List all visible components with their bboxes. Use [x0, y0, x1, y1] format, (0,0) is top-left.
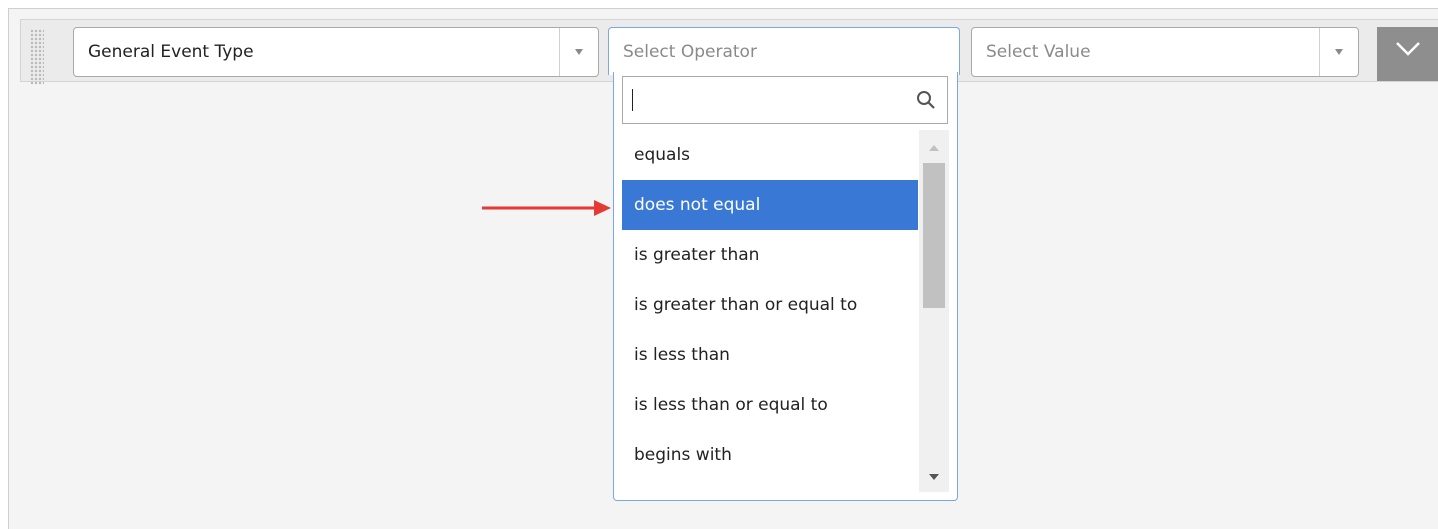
operator-option[interactable]: is greater than — [622, 230, 918, 280]
value-select-toggle[interactable] — [1319, 28, 1358, 76]
operator-option-list: equals does not equal is greater than is gr… — [622, 130, 918, 492]
scroll-down-arrow-icon[interactable] — [929, 474, 939, 480]
operator-option[interactable]: does not equal — [622, 180, 918, 230]
operator-option[interactable]: is less than — [622, 330, 918, 380]
operator-option[interactable]: is less than or equal to — [622, 380, 918, 430]
operator-select-placeholder: Select Operator — [623, 42, 757, 62]
field-select[interactable]: General Event Type — [73, 27, 599, 77]
field-select-toggle[interactable] — [559, 28, 598, 76]
search-icon — [917, 91, 935, 109]
option-list-scrollbar[interactable] — [919, 130, 949, 492]
operator-option[interactable]: equals — [622, 130, 918, 180]
value-select-placeholder: Select Value — [986, 42, 1091, 62]
field-select-value: General Event Type — [88, 42, 254, 62]
collapse-button[interactable] — [1377, 27, 1438, 81]
operator-option[interactable]: is greater than or equal to — [622, 280, 918, 330]
operator-select[interactable]: Select Operator — [608, 27, 960, 75]
text-cursor — [632, 89, 633, 111]
scrollbar-thumb[interactable] — [923, 163, 945, 308]
triangle-down-icon — [575, 49, 583, 55]
scroll-up-arrow-icon[interactable] — [929, 145, 939, 151]
chevron-down-icon — [1395, 42, 1420, 56]
operator-dropdown: equals does not equal is greater than is gr… — [613, 72, 958, 501]
value-select[interactable]: Select Value — [971, 27, 1359, 77]
annotation-arrow-icon — [482, 200, 611, 216]
operator-option[interactable]: begins with — [622, 430, 918, 480]
triangle-down-icon — [1335, 49, 1343, 55]
drag-handle-icon[interactable] — [30, 29, 44, 85]
operator-search-input[interactable] — [622, 76, 948, 124]
